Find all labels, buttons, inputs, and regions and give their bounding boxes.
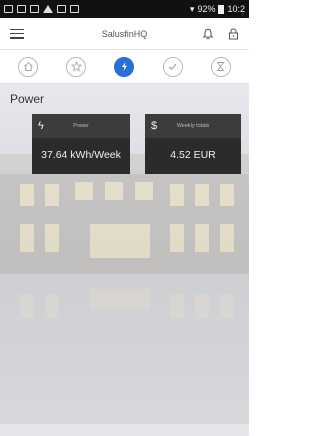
battery-icon	[218, 4, 225, 14]
tab-favorites[interactable]	[66, 56, 87, 77]
app-bar: SalusfinHQ	[0, 18, 249, 50]
hourglass-icon	[216, 62, 225, 71]
power-card-header: ϟ Power	[32, 114, 130, 138]
tab-power[interactable]	[114, 56, 135, 77]
system-indicators: ▾ 92% 10:2	[190, 4, 245, 15]
file-icon	[57, 5, 66, 13]
clock: 10:2	[227, 4, 245, 14]
star-icon	[70, 61, 82, 72]
warning-icon	[43, 5, 53, 13]
lock-icon[interactable]	[228, 27, 239, 40]
power-card-label: Power	[73, 123, 89, 129]
gallery-icon	[4, 5, 13, 13]
checkmark-icon	[168, 63, 177, 71]
main-content: Power ϟ Power 37.64 kWh/Week $ Weekly to…	[0, 84, 249, 436]
mail-icon	[30, 5, 39, 13]
bell-icon[interactable]	[202, 28, 214, 40]
wifi-icon: ▾	[189, 3, 195, 14]
weekly-totals-card-header: $ Weekly totals	[145, 114, 241, 138]
tab-home[interactable]	[18, 56, 39, 77]
menu-icon[interactable]	[10, 28, 24, 39]
weekly-totals-card-value: 4.52 EUR	[170, 149, 216, 161]
weekly-totals-card-label: Weekly totals	[176, 123, 210, 129]
tab-tasks[interactable]	[162, 56, 183, 77]
lightning-icon	[121, 62, 127, 71]
weekly-totals-card[interactable]: $ Weekly totals 4.52 EUR	[145, 114, 241, 174]
status-bar: ▾ 92% 10:2	[0, 0, 249, 18]
page-title: Power	[10, 92, 45, 106]
image-icon	[17, 5, 26, 13]
power-card[interactable]: ϟ Power 37.64 kWh/Week	[32, 114, 130, 174]
tab-bar	[0, 50, 249, 84]
battery-level: 92%	[197, 4, 216, 14]
power-card-value: 37.64 kWh/Week	[41, 149, 121, 161]
home-icon	[23, 62, 33, 71]
notification-icons	[4, 5, 79, 13]
building-background-image	[0, 154, 249, 424]
tab-history[interactable]	[210, 56, 231, 77]
android-icon	[70, 5, 79, 13]
